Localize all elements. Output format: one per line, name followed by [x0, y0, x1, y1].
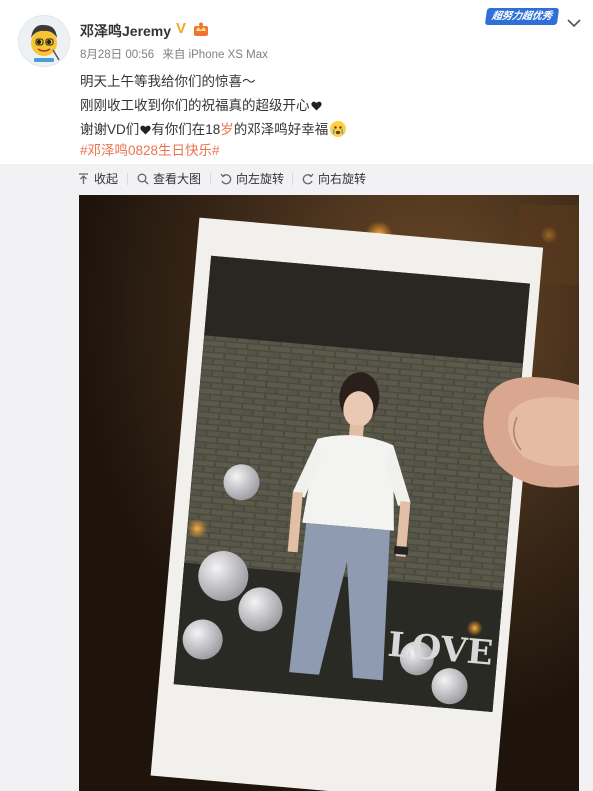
collapse-arrow-icon	[79, 173, 88, 184]
post-date[interactable]: 8月28日 00:56	[80, 49, 154, 61]
toolbar-divider	[127, 173, 128, 185]
hashtag-link[interactable]: #邓泽鸣0828生日快乐#	[80, 139, 220, 159]
post-text-line-1: 明天上午等我给你们的惊喜～	[80, 74, 256, 89]
weibo-post: 邓泽鸣Jeremy V 8月28日 00:56 来自 iPhone XS Max…	[0, 0, 593, 791]
post-text-line-3-suffix: 的邓泽鸣好幸福	[233, 122, 329, 137]
chevron-down-icon[interactable]	[566, 16, 582, 28]
collapse-label: 收起	[94, 172, 119, 186]
post-text-line-3-mid: 有你们在18	[151, 122, 221, 137]
rotate-right-button[interactable]: 向右旋转	[302, 170, 366, 188]
heart-icon	[140, 123, 151, 135]
magnifier-icon	[137, 173, 149, 185]
view-large-button[interactable]: 查看大图	[137, 170, 201, 188]
post-photo[interactable]: LOVE	[79, 195, 579, 791]
view-large-label: 查看大图	[153, 172, 202, 186]
post-text-line-2: 刚刚收工收到你们的祝福真的超级开心	[80, 94, 322, 114]
post-text-line-2-text: 刚刚收工收到你们的祝福真的超级开心	[80, 98, 310, 113]
crown-icon	[193, 22, 209, 37]
toolbar-divider	[210, 173, 211, 185]
collapse-button[interactable]: 收起	[78, 170, 118, 188]
post-meta: 8月28日 00:56 来自 iPhone XS Max	[80, 46, 273, 62]
toolbar-divider	[292, 173, 293, 185]
heart-icon	[310, 99, 322, 111]
post-text-line-3-prefix: 谢谢VD们	[80, 122, 140, 137]
verified-v-icon: V	[176, 20, 187, 37]
rotate-left-button[interactable]: 向左旋转	[220, 170, 284, 188]
rotate-left-icon	[220, 173, 232, 185]
promo-tag[interactable]: 超努力超优秀	[484, 8, 560, 25]
rotate-right-label: 向右旋转	[318, 172, 367, 186]
rotate-left-label: 向左旋转	[236, 172, 285, 186]
avatar[interactable]	[18, 15, 70, 67]
username[interactable]: 邓泽鸣Jeremy	[80, 21, 171, 41]
post-source: 来自 iPhone XS Max	[162, 49, 268, 61]
crying-emoji-icon	[330, 121, 347, 137]
post-text-highlight: 岁	[220, 122, 234, 137]
rotate-right-icon	[302, 173, 314, 185]
post-text-line-3: 谢谢VD们 有你们在18岁的邓泽鸣好幸福	[80, 118, 347, 138]
